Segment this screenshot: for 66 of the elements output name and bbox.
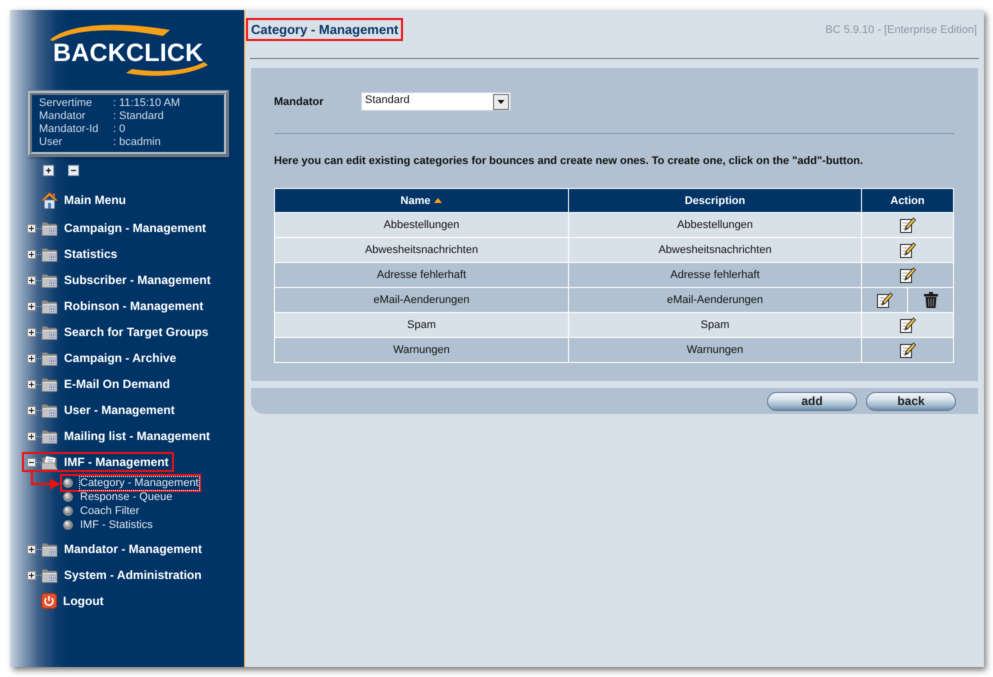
- bullet-icon: [63, 492, 73, 502]
- plus-icon[interactable]: [27, 406, 36, 414]
- plus-icon[interactable]: [27, 432, 36, 440]
- submenu-item[interactable]: Response - Queue: [80, 490, 172, 504]
- info-value: : 11:15:10 AM: [113, 97, 180, 110]
- logo-text: BACKCLICK: [53, 41, 204, 66]
- plus-icon[interactable]: [27, 328, 36, 336]
- plus-icon[interactable]: [27, 250, 36, 258]
- edit-icon[interactable]: [900, 267, 916, 283]
- field-label: Mandator: [274, 96, 324, 108]
- plus-icon[interactable]: [27, 302, 36, 310]
- menu-item[interactable]: Mandator - Management: [64, 542, 202, 556]
- mandator-select[interactable]: Standard: [361, 92, 511, 111]
- menu-item[interactable]: Robinson - Management: [64, 299, 204, 313]
- menu-item[interactable]: Statistics: [64, 247, 118, 261]
- menu-item[interactable]: Search for Target Groups: [64, 325, 208, 339]
- info-value: : Standard: [113, 110, 164, 123]
- menu-item[interactable]: Mailing list - Management: [64, 429, 210, 443]
- column-header: Description: [568, 188, 862, 212]
- info-label: Mandator-Id: [39, 123, 98, 136]
- plus-icon[interactable]: [27, 354, 36, 362]
- column-header: Action: [862, 188, 954, 212]
- info-value: : 0: [113, 123, 126, 136]
- instruction-text: Here you can edit existing categories for bounces and create new ones. To create one, click on the "add"-button.: [274, 154, 864, 168]
- bullet-icon: [63, 506, 73, 516]
- power-icon: [41, 593, 57, 609]
- menu-item[interactable]: E-Mail On Demand: [64, 377, 170, 391]
- menu-item[interactable]: Logout: [63, 594, 104, 608]
- submenu-item[interactable]: Category - Management: [80, 476, 199, 490]
- page-title: Category - Management: [251, 22, 398, 37]
- info-label: Mandator: [39, 110, 86, 123]
- plus-icon[interactable]: [43, 165, 54, 176]
- plus-icon[interactable]: [27, 276, 36, 284]
- bullet-icon: [63, 478, 73, 488]
- plus-icon[interactable]: [27, 380, 36, 388]
- house-icon: [41, 192, 58, 208]
- version-label: BC 5.9.10 - [Enterprise Edition]: [825, 24, 977, 36]
- menu-item[interactable]: Campaign - Management: [64, 221, 206, 235]
- info-label: Servertime: [39, 97, 92, 110]
- bullet-icon: [63, 520, 73, 530]
- minus-icon[interactable]: [68, 165, 79, 176]
- submenu-item[interactable]: IMF - Statistics: [80, 518, 153, 532]
- submenu-item[interactable]: Coach Filter: [80, 504, 140, 518]
- trash-icon[interactable]: [924, 292, 938, 308]
- info-value: : bcadmin: [113, 136, 161, 149]
- plus-icon[interactable]: [27, 570, 36, 580]
- edit-icon[interactable]: [900, 342, 916, 358]
- column-header[interactable]: Name: [274, 188, 568, 212]
- menu-item[interactable]: Campaign - Archive: [64, 351, 176, 365]
- footer-button[interactable]: add: [767, 392, 857, 410]
- menu-item[interactable]: IMF - Management: [64, 455, 169, 469]
- footer-button[interactable]: back: [866, 392, 956, 410]
- edit-icon[interactable]: [900, 217, 916, 233]
- edit-icon[interactable]: [900, 317, 916, 333]
- menu-item[interactable]: User - Management: [64, 403, 175, 417]
- table-cell: Warnungen: [274, 338, 568, 362]
- table-cell: Warnungen: [568, 338, 862, 362]
- plus-icon[interactable]: [27, 544, 36, 554]
- menu-item[interactable]: Subscriber - Management: [64, 273, 211, 287]
- menu-item[interactable]: Main Menu: [64, 193, 126, 207]
- info-label: User: [39, 136, 62, 149]
- minus-icon[interactable]: [27, 458, 36, 466]
- edit-icon[interactable]: [876, 292, 892, 308]
- plus-icon[interactable]: [27, 224, 36, 232]
- menu-item[interactable]: System - Administration: [64, 568, 202, 582]
- edit-icon[interactable]: [900, 242, 916, 258]
